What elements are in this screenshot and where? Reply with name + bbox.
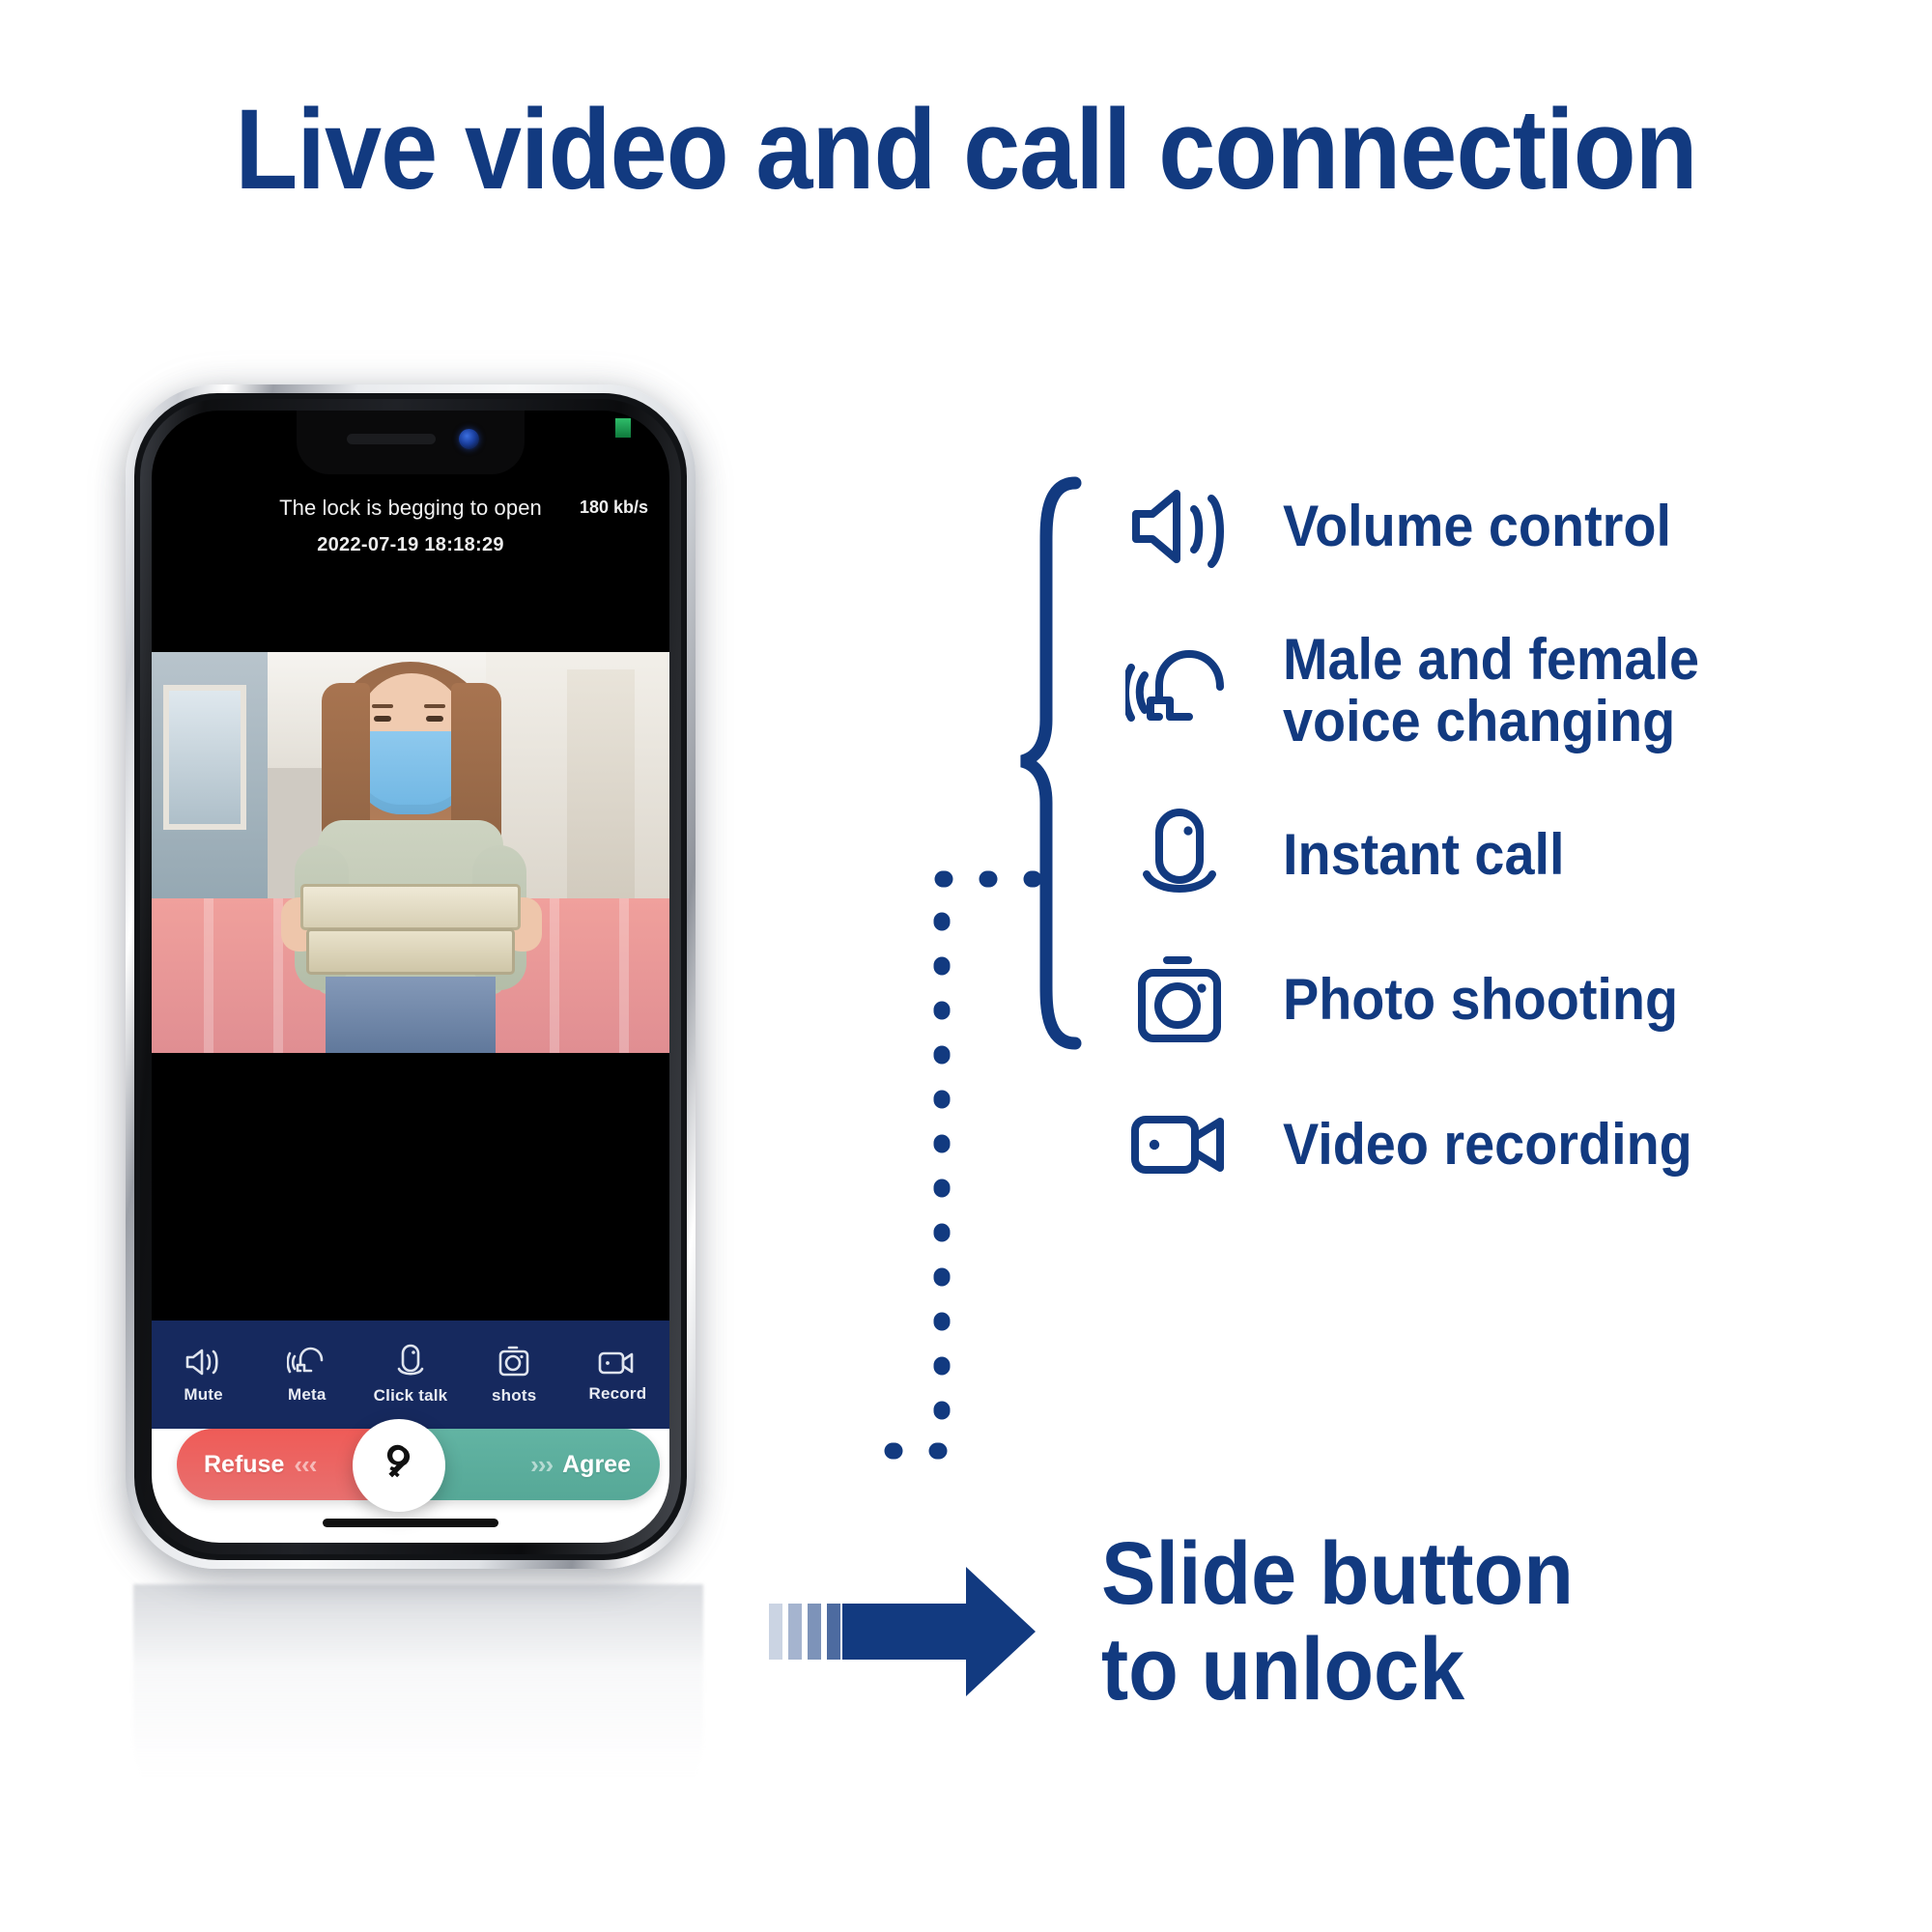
toolbar-label-shots: shots [492, 1386, 537, 1405]
microphone-icon [1121, 807, 1238, 903]
toolbar-item-meta[interactable]: Meta [255, 1345, 358, 1405]
key-icon [375, 1439, 423, 1492]
video-camera-icon [1121, 1102, 1238, 1187]
phone-screen: The lock is begging to open 180 kb/s 202… [152, 411, 669, 1543]
dotted-connector [866, 870, 1042, 1460]
toolbar-item-shots[interactable]: shots [463, 1344, 566, 1406]
feature-item-photo-shooting: Photo shooting [1121, 927, 1884, 1072]
toolbar-item-click-talk[interactable]: Click talk [358, 1344, 462, 1406]
unlock-slider[interactable]: Refuse ‹‹‹ ››› Agree [177, 1419, 660, 1512]
phone-mockup: The lock is begging to open 180 kb/s 202… [126, 384, 696, 1582]
voice-change-icon [1121, 644, 1238, 737]
toolbar-item-record[interactable]: Record [566, 1346, 669, 1404]
toolbar-item-mute[interactable]: Mute [152, 1345, 255, 1405]
feature-label: Video recording [1283, 1112, 1692, 1178]
toolbar-label-click-talk: Click talk [373, 1386, 448, 1405]
camera-icon [1121, 952, 1238, 1048]
arrow-motion-bars [769, 1604, 840, 1660]
video-camera-icon [596, 1346, 639, 1378]
feature-item-voice-changing: Male and female voice changing [1121, 599, 1884, 782]
voice-change-icon [286, 1345, 327, 1379]
poster-root: Live video and call connection The lock … [0, 0, 1932, 1932]
call-toolbar: Mute Meta Click talk shots Record [152, 1321, 669, 1429]
feature-brace [1020, 476, 1082, 1050]
microphone-icon [390, 1344, 431, 1380]
home-indicator [323, 1519, 498, 1527]
agree-label: Agree [562, 1450, 631, 1478]
feature-item-volume-control: Volume control [1121, 454, 1884, 599]
phone-reflection [133, 1584, 703, 1826]
call-status-bar: The lock is begging to open 180 kb/s 202… [152, 496, 669, 584]
bitrate-indicator: 180 kb/s [579, 497, 648, 517]
speaker-icon [1121, 482, 1238, 571]
arrow-right-icon [842, 1567, 1036, 1696]
slider-knob[interactable] [353, 1419, 445, 1512]
feature-item-video-recording: Video recording [1121, 1072, 1884, 1217]
feature-label: Male and female voice changing [1283, 627, 1700, 753]
page-title: Live video and call connection [235, 86, 1697, 213]
earpiece-speaker [347, 434, 436, 444]
feature-label: Photo shooting [1283, 967, 1679, 1033]
status-led [615, 418, 631, 438]
refuse-chevrons: ‹‹‹ [294, 1449, 317, 1479]
toolbar-label-mute: Mute [184, 1385, 223, 1404]
feature-label: Instant call [1283, 822, 1565, 888]
camera-icon [494, 1344, 534, 1380]
refuse-label: Refuse [204, 1450, 285, 1478]
toolbar-label-record: Record [588, 1384, 647, 1403]
feature-item-instant-call: Instant call [1121, 782, 1884, 927]
phone-frame: The lock is begging to open 180 kb/s 202… [126, 384, 696, 1569]
phone-notch [297, 411, 525, 474]
toolbar-label-meta: Meta [288, 1385, 327, 1404]
slide-callout-text: Slide button to unlock [1101, 1524, 1574, 1719]
agree-chevrons: ››› [530, 1449, 554, 1479]
feature-label: Volume control [1283, 494, 1671, 559]
live-video-feed [152, 652, 669, 1053]
visitor-person [266, 656, 555, 1053]
feature-list: Volume control Male and female voice cha… [1121, 454, 1884, 1217]
timestamp-text: 2022-07-19 18:18:29 [317, 534, 504, 555]
front-camera-icon [459, 429, 479, 449]
speaker-icon [184, 1345, 224, 1379]
